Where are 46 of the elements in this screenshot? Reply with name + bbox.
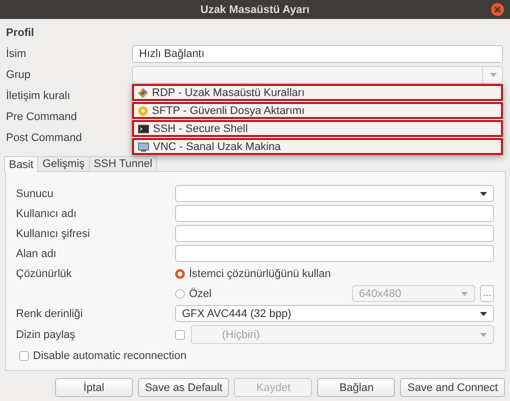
field-label: İsim: [6, 48, 28, 60]
caret-icon: [490, 73, 497, 77]
text-field[interactable]: [175, 225, 494, 242]
field-label: Alan adı: [16, 248, 58, 260]
field-label: Kullanıcı şifresi: [16, 228, 91, 240]
option-label: Disable automatic reconnection: [33, 350, 188, 362]
field-label: Renk derinliği: [16, 308, 84, 320]
text-field[interactable]: [175, 205, 494, 222]
dialog-button[interactable]: İptal: [54, 378, 133, 397]
menu-item[interactable]: RDP - Uzak Masaüstü Kuralları: [132, 84, 503, 101]
option-label: Özel: [189, 288, 213, 300]
field-label: İletişim kuralı: [6, 90, 72, 102]
tab[interactable]: Basit: [4, 156, 38, 172]
field-label: Kullanıcı adı: [16, 208, 78, 220]
caret-icon: [480, 332, 487, 336]
dropdown[interactable]: GFX AVC444 (32 bpp): [175, 305, 494, 322]
caret-icon: [461, 292, 468, 296]
tab[interactable]: SSH Tunnel: [88, 156, 158, 171]
disc-icon: [138, 106, 148, 116]
checkbox[interactable]: [19, 350, 29, 360]
window-title: Uzak Masaüstü Ayarı: [200, 4, 310, 16]
section-heading: Profil: [6, 27, 36, 41]
field-label: Dizin paylaş: [16, 328, 76, 340]
close-icon[interactable]: [491, 3, 504, 16]
menu-item[interactable]: SSH - Secure Shell: [132, 120, 503, 137]
caret-icon: [480, 312, 487, 316]
text-field[interactable]: [175, 245, 494, 262]
diamond-icon: [138, 88, 148, 98]
dropdown[interactable]: [175, 185, 494, 202]
menu-item[interactable]: VNC - Sanal Uzak Makina: [132, 138, 503, 155]
field-label: Sunucu: [16, 188, 54, 200]
terminal-icon: [138, 124, 149, 134]
field-label: Grup: [6, 69, 32, 81]
radio-button[interactable]: [175, 268, 185, 278]
field-label: Çözünürlük: [16, 268, 73, 280]
field-label: Post Command: [6, 132, 83, 144]
caret-icon: [480, 192, 487, 196]
dialog-button[interactable]: Save and Connect: [400, 378, 505, 397]
monitor-icon: [138, 142, 149, 152]
dialog-button[interactable]: Save as Default: [138, 378, 230, 397]
tab[interactable]: Gelişmiş: [37, 156, 90, 171]
text-field[interactable]: Hızlı Bağlantı: [132, 45, 503, 63]
field-label: Pre Command: [6, 111, 78, 123]
menu-item[interactable]: SFTP - Güvenli Dosya Aktarımı: [132, 102, 503, 119]
option-label: İstemci çözünürlüğünü kullan: [189, 268, 332, 280]
dialog-button[interactable]: Bağlan: [317, 378, 396, 397]
